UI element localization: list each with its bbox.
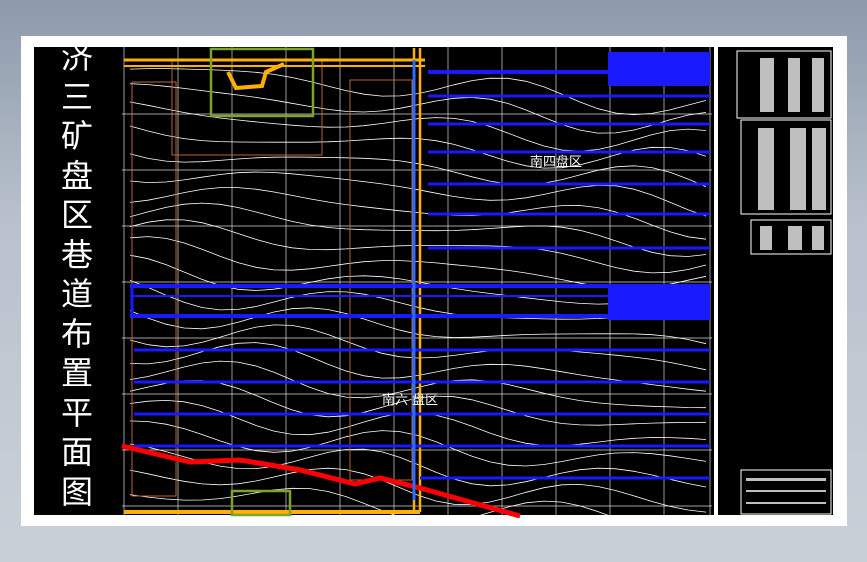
boundary-roads xyxy=(124,48,425,514)
table-cell-fill xyxy=(790,128,806,210)
contour-line xyxy=(129,153,707,188)
contour-line xyxy=(129,219,707,274)
table-cell-fill xyxy=(812,58,824,112)
roadway-plan-drawing: 南四盘区 南六 盘区 xyxy=(121,47,833,519)
table-cell-fill xyxy=(746,490,826,492)
contour-line xyxy=(129,171,707,217)
legend-tables xyxy=(714,47,833,515)
contour-line xyxy=(129,467,707,513)
zone-label-south-four: 南四盘区 xyxy=(530,154,582,170)
table-cell-fill xyxy=(760,226,772,250)
table-cell-fill xyxy=(812,226,824,250)
contour-line xyxy=(129,236,707,290)
goaf-zones xyxy=(608,52,710,320)
contour-line xyxy=(129,101,707,152)
table-cell-fill xyxy=(788,226,802,250)
table-cell-fill xyxy=(760,58,774,112)
table-cell-fill xyxy=(788,58,800,112)
table-cell-fill xyxy=(812,128,826,210)
table-cell-fill xyxy=(746,478,826,481)
zone-label-south-six: 南六 盘区 xyxy=(382,392,438,408)
table-cell-fill xyxy=(758,128,774,210)
contour-line xyxy=(129,443,707,488)
table-cell-fill xyxy=(746,502,826,504)
contour-line xyxy=(129,83,707,134)
